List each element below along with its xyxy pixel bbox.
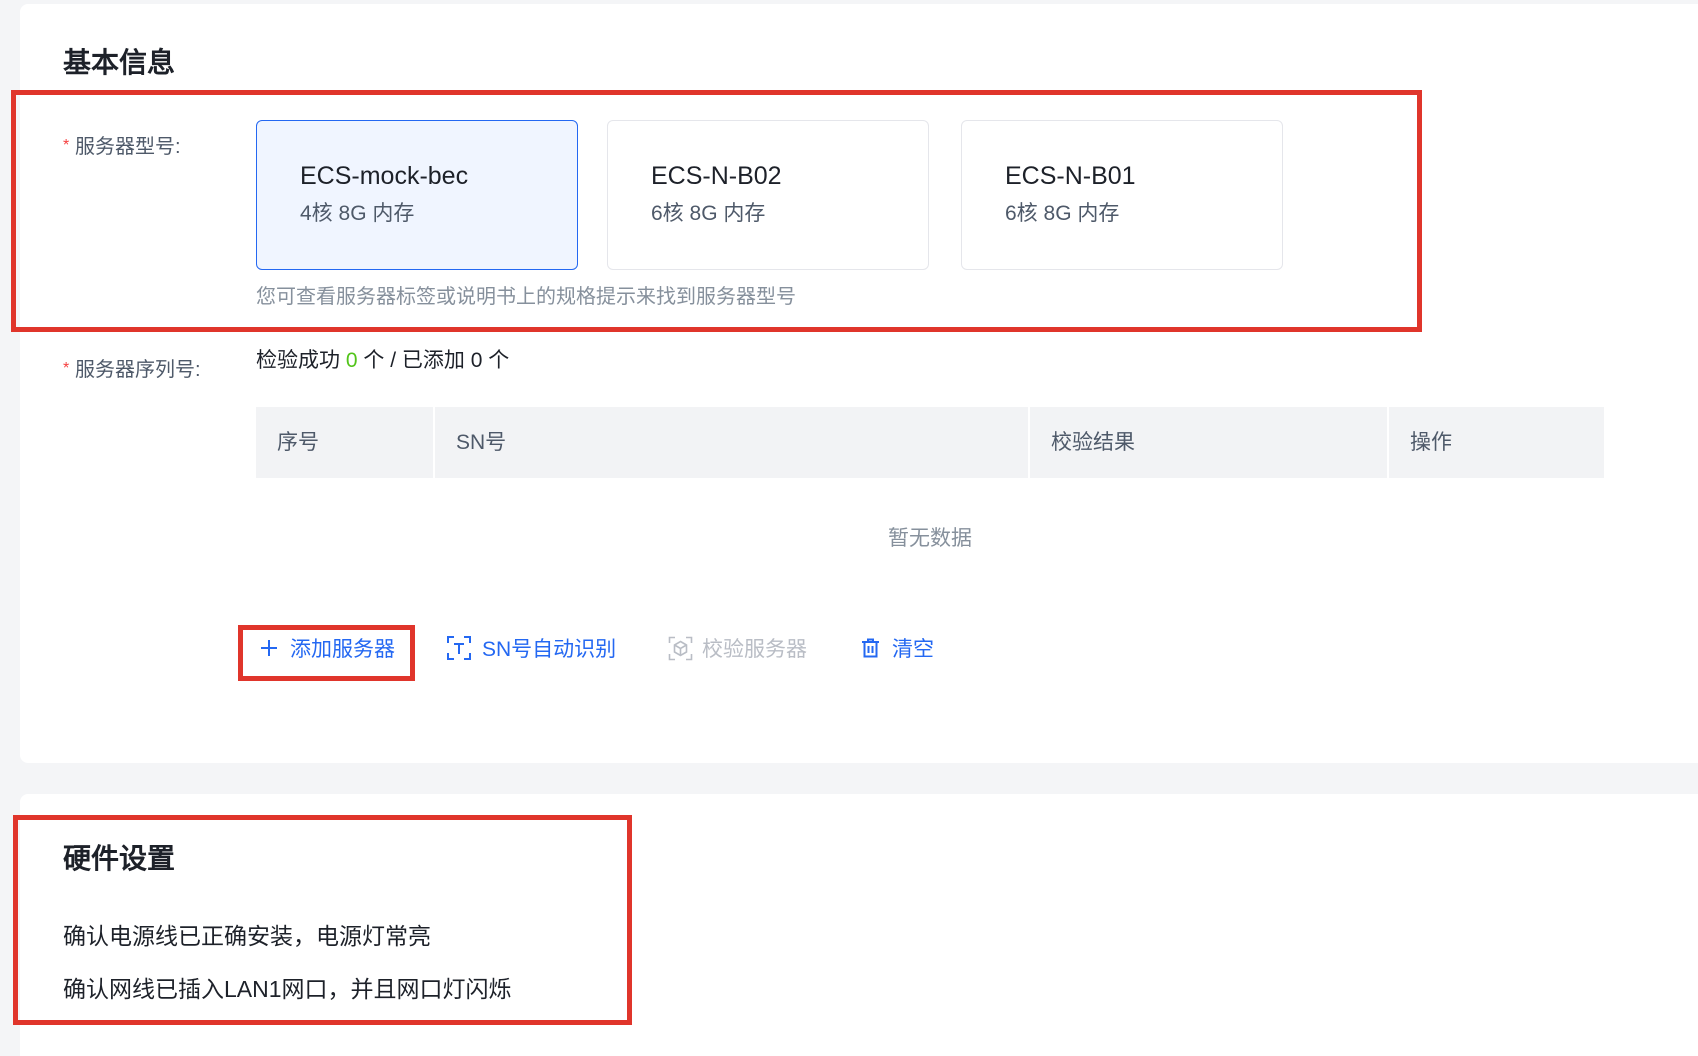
server-model-spec: 6核 8G 内存 [651,202,766,225]
add-server-button[interactable]: 添加服务器 [260,633,395,663]
server-model-spec: 4核 8G 内存 [300,202,415,225]
verify-server-label: 校验服务器 [702,638,807,661]
server-model-name: ECS-N-B02 [651,162,782,190]
server-model-spec: 6核 8G 内存 [1005,202,1120,225]
column-header-actions: 操作 [1389,407,1604,478]
add-server-label: 添加服务器 [290,638,395,661]
server-model-label-text: 服务器型号: [75,136,181,158]
server-serial-label-text: 服务器序列号: [75,359,201,381]
verify-server-button[interactable]: 校验服务器 [668,633,807,663]
column-header-index: 序号 [256,407,433,478]
verify-summary: 检验成功 0 个 / 已添加 0 个 [256,349,509,373]
cube-scan-icon [668,636,693,661]
trash-icon [861,638,880,658]
sn-auto-recognize-button[interactable]: SN号自动识别 [446,633,616,663]
hardware-settings-title: 硬件设置 [63,843,176,874]
clear-button[interactable]: 清空 [861,633,934,663]
server-model-hint: 您可查看服务器标签或说明书上的规格提示来找到服务器型号 [256,286,796,308]
required-mark: * [63,137,70,154]
server-model-name: ECS-N-B01 [1005,162,1136,190]
server-model-option[interactable]: ECS-N-B02 6核 8G 内存 [607,120,929,270]
scan-text-icon [446,635,472,661]
server-model-label: * 服务器型号: [63,135,181,161]
server-model-name: ECS-mock-bec [300,162,469,190]
basic-info-title: 基本信息 [63,47,176,78]
required-mark: * [63,360,70,377]
added-count: 0 [470,349,483,372]
server-serial-label: * 服务器序列号: [63,358,201,384]
column-header-sn: SN号 [435,407,1028,478]
hardware-check-item: 确认电源线已正确安装，电源灯常亮 [63,923,431,949]
server-model-option[interactable]: ECS-N-B01 6核 8G 内存 [961,120,1283,270]
server-model-option[interactable]: ECS-mock-bec 4核 8G 内存 [256,120,578,270]
serial-table-header: 序号 SN号 校验结果 操作 [256,407,1604,478]
summary-suffix: 个 [488,349,510,372]
table-empty-text: 暂无数据 [888,527,972,550]
sn-auto-recognize-label: SN号自动识别 [482,638,617,661]
hardware-check-item: 确认网线已插入LAN1网口，并且网口灯闪烁 [63,976,512,1002]
success-count: 0 [345,349,358,372]
column-header-result: 校验结果 [1030,407,1387,478]
summary-prefix: 检验成功 [256,349,340,372]
clear-label: 清空 [892,638,934,661]
plus-icon [260,639,278,657]
summary-middle: 个 / 已添加 [363,349,465,372]
